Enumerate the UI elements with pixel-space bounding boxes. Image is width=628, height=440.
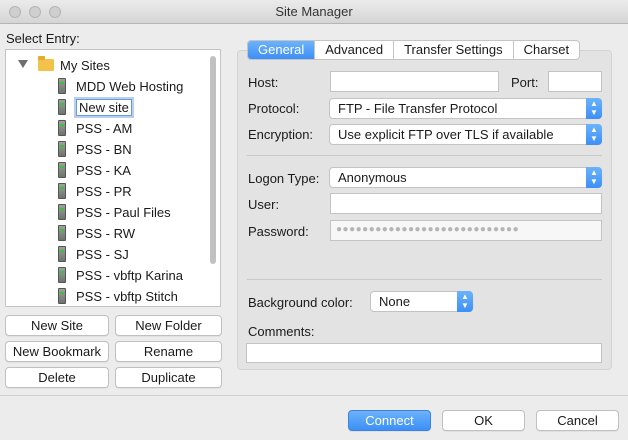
protocol-select[interactable]: FTP - File Transfer Protocol ▲ ▼ [329, 98, 602, 119]
tree-item-label: PSS - PR [76, 183, 132, 199]
site-manager-window: Site Manager Select Entry: My Sites MDD … [0, 0, 628, 440]
comments-label: Comments: [248, 324, 315, 339]
server-icon [58, 99, 66, 115]
background-color-select[interactable]: None ▲ ▼ [370, 291, 473, 312]
new-site-button[interactable]: New Site [5, 315, 109, 336]
tab-advanced[interactable]: Advanced [315, 41, 395, 59]
disclosure-triangle-icon[interactable] [18, 60, 28, 68]
encryption-select[interactable]: Use explicit FTP over TLS if available ▲… [329, 124, 602, 145]
encryption-label: Encryption: [248, 127, 314, 142]
user-input[interactable] [330, 193, 602, 214]
site-tree[interactable]: My Sites MDD Web Hosting New site PSS - … [5, 49, 221, 307]
footer-divider [0, 395, 628, 396]
tree-item-site[interactable]: PSS - SJ [58, 244, 129, 264]
server-icon [58, 141, 66, 157]
host-input[interactable] [330, 71, 499, 92]
password-label: Password: [248, 224, 309, 239]
user-label: User: [248, 197, 280, 212]
select-entry-label: Select Entry: [6, 31, 80, 46]
protocol-value: FTP - File Transfer Protocol [338, 101, 498, 116]
new-bookmark-button[interactable]: New Bookmark [5, 341, 109, 362]
settings-tabs: General Advanced Transfer Settings Chars… [247, 40, 581, 60]
tree-item-label: PSS - BN [76, 141, 132, 157]
up-down-chevron-icon: ▲ ▼ [586, 98, 602, 119]
new-folder-button[interactable]: New Folder [115, 315, 222, 336]
server-icon [58, 204, 66, 220]
tree-item-label: PSS - KA [76, 162, 131, 178]
tree-item-label: MDD Web Hosting [76, 78, 184, 94]
duplicate-button[interactable]: Duplicate [115, 367, 222, 388]
tree-item-site[interactable]: PSS - BN [58, 139, 132, 159]
delete-button[interactable]: Delete [5, 367, 109, 388]
server-icon [58, 288, 66, 304]
encryption-value: Use explicit FTP over TLS if available [338, 127, 554, 142]
rename-site-input[interactable]: New site [76, 98, 132, 116]
divider [247, 155, 602, 156]
tree-folder-my-sites[interactable]: My Sites [38, 55, 110, 75]
window-title: Site Manager [275, 4, 353, 19]
tree-item-site[interactable]: PSS - vbftp Karina [58, 265, 183, 285]
title-bar[interactable]: Site Manager [0, 0, 628, 24]
up-down-chevron-icon: ▲ ▼ [586, 167, 602, 188]
port-label: Port: [511, 75, 539, 90]
password-mask: ●●●●●●●●●●●●●●●●●●●●●●●●●●●● [336, 224, 520, 235]
server-icon [58, 267, 66, 283]
comments-textarea[interactable] [246, 343, 602, 363]
server-icon [58, 183, 66, 199]
cancel-button[interactable]: Cancel [536, 410, 619, 431]
tree-item-label: PSS - SJ [76, 246, 129, 262]
tree-item-site[interactable]: PSS - Paul Files [58, 202, 171, 222]
tree-folder-label: My Sites [60, 57, 110, 73]
tree-item-label: PSS - Paul Files [76, 204, 171, 220]
tab-general[interactable]: General [248, 41, 316, 59]
tree-item-label: PSS - AM [76, 120, 133, 136]
background-color-label: Background color: [248, 295, 353, 310]
connect-button[interactable]: Connect [348, 410, 431, 431]
tree-item-site[interactable]: PSS - RW [58, 223, 135, 243]
logon-type-value: Anonymous [338, 170, 407, 185]
server-icon [58, 162, 66, 178]
background-color-value: None [379, 294, 411, 309]
server-icon [58, 78, 66, 94]
tree-item-site[interactable]: PSS - KA [58, 160, 131, 180]
protocol-label: Protocol: [248, 101, 300, 116]
ok-button[interactable]: OK [442, 410, 525, 431]
tree-item-site[interactable]: PSS - vbftp Stitch [58, 286, 178, 306]
rename-button[interactable]: Rename [115, 341, 222, 362]
tree-item-site-selected[interactable]: New site [58, 97, 132, 117]
logon-type-label: Logon Type: [248, 171, 320, 186]
port-input[interactable] [548, 71, 602, 92]
tree-item-label: PSS - vbftp Karina [76, 267, 183, 283]
divider [247, 279, 602, 280]
tree-item-site[interactable]: PSS - AM [58, 118, 132, 138]
server-icon [58, 120, 66, 136]
up-down-chevron-icon: ▲ ▼ [457, 291, 473, 312]
tree-item-site[interactable]: PSS - PR [58, 181, 132, 201]
tree-item-label: PSS - RW [76, 225, 135, 241]
tree-scrollbar-thumb[interactable] [210, 56, 216, 264]
server-icon [58, 246, 66, 262]
server-icon [58, 225, 66, 241]
up-down-chevron-icon: ▲ ▼ [586, 124, 602, 145]
tree-item-label: PSS - vbftp Stitch [76, 288, 178, 304]
host-label: Host: [248, 75, 279, 90]
folder-icon [38, 56, 54, 71]
tab-charset[interactable]: Charset [514, 41, 580, 59]
logon-type-select[interactable]: Anonymous ▲ ▼ [329, 167, 602, 188]
tab-transfer-settings[interactable]: Transfer Settings [394, 41, 514, 59]
tree-item-site[interactable]: MDD Web Hosting [58, 76, 183, 96]
